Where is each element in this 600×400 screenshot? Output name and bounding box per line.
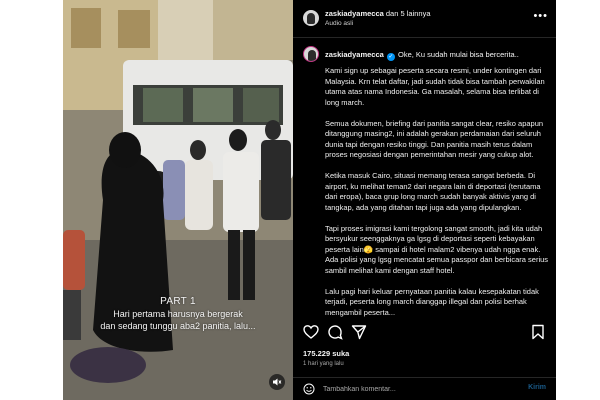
volume-off-icon[interactable] <box>269 374 285 390</box>
post-header: zaskiadyamecca dan 5 lainnya Audio asli … <box>293 0 556 38</box>
author-avatar[interactable] <box>303 10 319 26</box>
share-icon[interactable] <box>351 324 367 340</box>
caption-intro: Oke, Ku sudah mulai bisa bercerita.. <box>397 50 519 59</box>
like-count[interactable]: 175.229 suka <box>303 349 349 358</box>
caption-paragraph: Ketika masuk Cairo, situasi memang teras… <box>325 171 541 212</box>
overlay-line-1: Hari pertama harusnya bergerak <box>113 309 243 319</box>
caption-username[interactable]: zaskiadyamecca <box>325 50 384 59</box>
heart-icon[interactable] <box>303 324 319 340</box>
caption-section: zaskiadyamecca ✓ Oke, Ku sudah mulai bis… <box>293 40 556 318</box>
post-time[interactable]: 1 hari yang lalu <box>303 361 344 367</box>
caption-paragraph: Kami sign up sebagai peserta secara resm… <box>325 66 545 107</box>
caption-body: Kami sign up sebagai peserta secara resm… <box>325 66 549 318</box>
comment-form: Kirim <box>293 377 556 400</box>
bookmark-icon[interactable] <box>530 324 546 340</box>
caption-avatar[interactable] <box>303 46 319 62</box>
video-frame <box>63 0 293 400</box>
overlay-part-label: PART 1 <box>160 296 196 307</box>
caption-paragraph: Lalu pagi hari keluar pernyataan panitia… <box>325 286 539 317</box>
instagram-post: PART 1 Hari pertama harusnya bergerak da… <box>63 0 556 400</box>
author-username[interactable]: zaskiadyamecca <box>325 9 384 18</box>
audio-link[interactable]: Audio asli <box>325 20 353 27</box>
video-text-overlay: PART 1 Hari pertama harusnya bergerak da… <box>71 296 285 332</box>
emoji-icon[interactable] <box>303 383 315 395</box>
comment-icon[interactable] <box>327 324 343 340</box>
post-video[interactable]: PART 1 Hari pertama harusnya bergerak da… <box>63 0 293 400</box>
author-names: zaskiadyamecca dan 5 lainnya <box>325 9 431 19</box>
collaborators-link[interactable]: dan 5 lainnya <box>386 9 431 18</box>
verified-badge-icon: ✓ <box>386 53 395 61</box>
caption-first-line: zaskiadyamecca ✓ Oke, Ku sudah mulai bis… <box>325 50 519 61</box>
caption-paragraph: Semua dokumen, briefing dari panitia san… <box>325 118 544 160</box>
overlay-line-2: dan sedang tunggu aba2 panitia, lalu... <box>100 321 256 331</box>
send-button[interactable]: Kirim <box>528 384 546 391</box>
caption-paragraph: Tapi proses imigrasi kami tergolong sang… <box>325 223 549 275</box>
post-side-panel: zaskiadyamecca dan 5 lainnya Audio asli … <box>293 0 556 400</box>
comment-input[interactable] <box>323 381 493 397</box>
more-dots-icon[interactable]: ••• <box>533 10 548 22</box>
action-bar <box>293 322 556 344</box>
